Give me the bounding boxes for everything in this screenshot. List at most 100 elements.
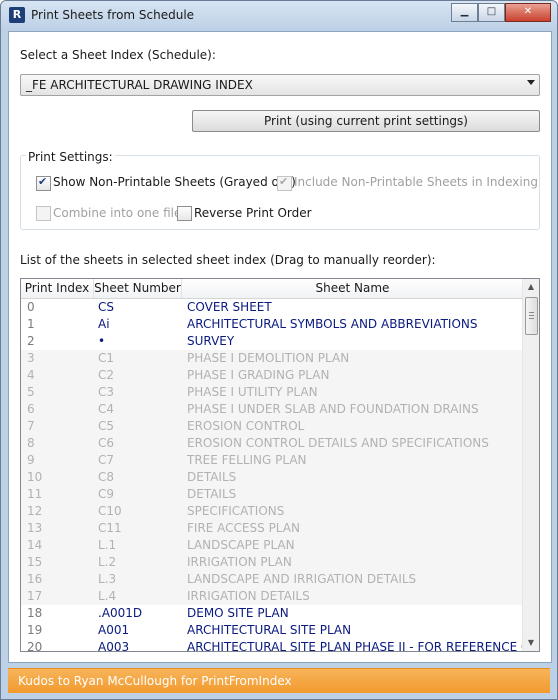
close-button[interactable]: ✕ <box>505 3 551 22</box>
cell-sheet-number: C6 <box>98 436 115 450</box>
cell-print-index: 14 <box>27 538 43 552</box>
footer-bar: Kudos to Ryan McCullough for PrintFromIn… <box>8 668 550 693</box>
scroll-up-icon[interactable]: ▲ <box>524 280 538 294</box>
combine-checkbox[interactable] <box>36 206 51 221</box>
column-header-sheet-number[interactable]: Sheet Number <box>94 279 182 298</box>
table-row[interactable]: 15 L.2 IRRIGATION PLAN <box>21 554 523 571</box>
cell-sheet-number: C10 <box>98 504 122 518</box>
table-row[interactable]: 13 C11 FIRE ACCESS PLAN <box>21 520 523 537</box>
cell-sheet-number: C3 <box>98 385 115 399</box>
cell-sheet-number: C11 <box>98 521 122 535</box>
table-row[interactable]: 11 C9 DETAILS <box>21 486 523 503</box>
cell-sheet-number: C2 <box>98 368 115 382</box>
sheet-list[interactable]: Print Index Sheet Number Sheet Name 0 CS C… <box>20 278 540 652</box>
cell-sheet-name: PHASE I UTILITY PLAN <box>187 385 318 399</box>
schedule-selected-value: _FE ARCHITECTURAL DRAWING INDEX <box>26 78 253 92</box>
column-header-sheet-name[interactable]: Sheet Name <box>182 279 523 298</box>
cell-sheet-name: IRRIGATION DETAILS <box>187 589 310 603</box>
cell-print-index: 13 <box>27 521 43 535</box>
table-row[interactable]: 8 C6 EROSION CONTROL DETAILS AND SPECIFICA… <box>21 435 523 452</box>
minimize-button[interactable]: ▁ <box>451 3 478 22</box>
cell-print-index: 7 <box>27 419 35 433</box>
cell-print-index: 1 <box>27 317 35 331</box>
cell-sheet-number: L.4 <box>98 589 117 603</box>
scroll-thumb[interactable] <box>525 297 538 335</box>
table-row[interactable]: 14 L.1 LANDSCAPE PLAN <box>21 537 523 554</box>
table-row[interactable]: 18 .A001D DEMO SITE PLAN <box>21 605 523 622</box>
cell-sheet-name: SURVEY <box>187 334 235 348</box>
table-row[interactable]: 16 L.3 LANDSCAPE AND IRRIGATION DETAILS <box>21 571 523 588</box>
cell-sheet-number: L.1 <box>98 538 117 552</box>
title-bar[interactable]: R Print Sheets from Schedule ▁ □ ✕ <box>1 1 557 31</box>
schedule-dropdown[interactable]: _FE ARCHITECTURAL DRAWING INDEX <box>20 74 540 96</box>
cell-sheet-number: L.2 <box>98 555 117 569</box>
schedule-label: Select a Sheet Index (Schedule): <box>20 48 216 62</box>
cell-print-index: 3 <box>27 351 35 365</box>
show-non-printable-checkbox[interactable] <box>36 175 51 191</box>
cell-print-index: 10 <box>27 470 43 484</box>
revit-icon[interactable]: R <box>9 7 25 23</box>
cell-print-index: 8 <box>27 436 35 450</box>
table-row[interactable]: 7 C5 EROSION CONTROL <box>21 418 523 435</box>
reverse-order-checkbox[interactable] <box>177 206 192 221</box>
table-row[interactable]: 6 C4 PHASE I UNDER SLAB AND FOUNDATION DRA… <box>21 401 523 418</box>
show-non-printable-label[interactable]: Show Non-Printable Sheets (Grayed out) <box>53 175 296 189</box>
cell-sheet-number: A003 <box>98 640 130 652</box>
window-title: Print Sheets from Schedule <box>31 8 195 22</box>
cell-print-index: 0 <box>27 300 35 314</box>
cell-sheet-name: TREE FELLING PLAN <box>187 453 307 467</box>
client-area: Select a Sheet Index (Schedule): _FE ARC… <box>8 31 552 663</box>
chevron-down-icon <box>527 80 535 85</box>
table-row[interactable]: 17 L.4 IRRIGATION DETAILS <box>21 588 523 605</box>
cell-sheet-number: C7 <box>98 453 115 467</box>
table-row[interactable]: 12 C10 SPECIFICATIONS <box>21 503 523 520</box>
sheet-list-label: List of the sheets in selected sheet ind… <box>20 253 436 267</box>
table-row[interactable]: 20 A003 ARCHITECTURAL SITE PLAN PHASE II -… <box>21 639 539 652</box>
reverse-order-label[interactable]: Reverse Print Order <box>194 206 312 220</box>
cell-sheet-name: PHASE I UNDER SLAB AND FOUNDATION DRAINS <box>187 402 479 416</box>
table-row[interactable]: 2 • SURVEY <box>21 333 523 350</box>
window-controls: ▁ □ ✕ <box>451 3 551 22</box>
cell-sheet-number: .A001D <box>98 606 143 620</box>
table-row[interactable]: 1 Ai ARCHITECTURAL SYMBOLS AND ABBREVIATIO… <box>21 316 523 333</box>
cell-sheet-name: FIRE ACCESS PLAN <box>187 521 300 535</box>
cell-sheet-name: DETAILS <box>187 470 237 484</box>
vertical-scrollbar[interactable]: ▲ ▼ <box>522 279 539 651</box>
column-header-print-index[interactable]: Print Index <box>21 279 94 298</box>
cell-sheet-name: PHASE I GRADING PLAN <box>187 368 330 382</box>
table-row[interactable]: 5 C3 PHASE I UTILITY PLAN <box>21 384 523 401</box>
cell-sheet-number: C1 <box>98 351 115 365</box>
sheet-list-header: Print Index Sheet Number Sheet Name <box>21 279 523 299</box>
cell-print-index: 17 <box>27 589 43 603</box>
table-row[interactable]: 4 C2 PHASE I GRADING PLAN <box>21 367 523 384</box>
cell-print-index: 6 <box>27 402 35 416</box>
cell-sheet-number: C5 <box>98 419 115 433</box>
scroll-down-icon[interactable]: ▼ <box>524 636 538 650</box>
table-row[interactable]: 9 C7 TREE FELLING PLAN <box>21 452 523 469</box>
cell-sheet-name: SPECIFICATIONS <box>187 504 285 518</box>
cell-sheet-name: ARCHITECTURAL SITE PLAN PHASE II - FOR R… <box>187 640 540 652</box>
include-non-printable-checkbox[interactable] <box>277 175 292 191</box>
print-button[interactable]: Print (using current print settings) <box>192 110 540 132</box>
cell-sheet-name: COVER SHEET <box>187 300 272 314</box>
cell-sheet-name: PHASE I DEMOLITION PLAN <box>187 351 350 365</box>
minimize-icon: ▁ <box>460 6 469 17</box>
cell-sheet-number: L.3 <box>98 572 117 586</box>
cell-print-index: 11 <box>27 487 43 501</box>
cell-sheet-number: Ai <box>98 317 110 331</box>
cell-print-index: 20 <box>27 640 43 652</box>
include-non-printable-label[interactable]: Include Non-Printable Sheets in Indexing <box>294 175 538 189</box>
maximize-icon: □ <box>486 6 497 17</box>
close-icon: ✕ <box>523 6 533 17</box>
cell-sheet-number: A001 <box>98 623 130 637</box>
table-row[interactable]: 19 A001 ARCHITECTURAL SITE PLAN <box>21 622 523 639</box>
maximize-button[interactable]: □ <box>478 3 505 22</box>
combine-label[interactable]: Combine into one file <box>53 206 181 220</box>
table-row[interactable]: 3 C1 PHASE I DEMOLITION PLAN <box>21 350 523 367</box>
table-row[interactable]: 10 C8 DETAILS <box>21 469 523 486</box>
cell-print-index: 16 <box>27 572 43 586</box>
cell-sheet-name: EROSION CONTROL DETAILS AND SPECIFICATIO… <box>187 436 489 450</box>
cell-sheet-name: DEMO SITE PLAN <box>187 606 289 620</box>
table-row[interactable]: 0 CS COVER SHEET <box>21 299 523 316</box>
cell-print-index: 5 <box>27 385 35 399</box>
